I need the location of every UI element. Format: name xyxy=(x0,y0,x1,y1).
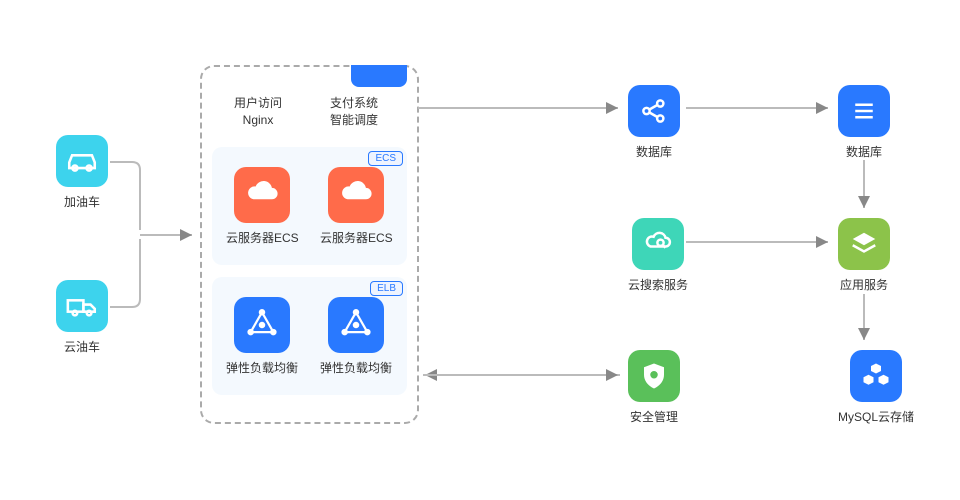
badge-ecs: ECS xyxy=(368,151,403,166)
list-icon xyxy=(838,85,890,137)
node-app-service: 应用服务 xyxy=(838,218,890,293)
share-icon xyxy=(628,85,680,137)
car-label: 加油车 xyxy=(64,193,100,210)
truck-icon xyxy=(56,280,108,332)
ecs1: 云服务器ECS xyxy=(226,167,299,246)
badge-elb: ELB xyxy=(370,281,403,296)
node-data-top: 数据库 xyxy=(628,85,680,160)
load-balancer-icon xyxy=(234,297,290,353)
truck-label: 云油车 xyxy=(64,338,100,355)
elb2: 弹性负载均衡 xyxy=(320,297,392,376)
node-car: 加油车 xyxy=(56,135,108,210)
car-icon xyxy=(56,135,108,187)
elb1: 弹性负载均衡 xyxy=(226,297,298,376)
node-mysql: MySQL云存储 xyxy=(838,350,914,425)
ecs2: 云服务器ECS xyxy=(320,167,393,246)
layer-icon xyxy=(838,218,890,270)
top-text-left: 用户访问 Nginx xyxy=(234,95,282,129)
cloud-server-icon xyxy=(234,167,290,223)
card-ecs: ECS 云服务器ECS 云服务器ECS xyxy=(212,147,407,265)
cloud-server-icon xyxy=(328,167,384,223)
cloud-search-icon xyxy=(632,218,684,270)
shield-gear-icon xyxy=(628,350,680,402)
card-elb: ELB 弹性负载均衡 弹性负载均衡 xyxy=(212,277,407,395)
top-text-right: 支付系统 智能调度 xyxy=(330,95,378,129)
node-security: 安全管理 xyxy=(628,350,680,425)
load-balancer-icon xyxy=(328,297,384,353)
hexagons-icon xyxy=(850,350,902,402)
node-cloud-search: 云搜索服务 xyxy=(628,218,688,293)
node-truck: 云油车 xyxy=(56,280,108,355)
node-data-right: 数据库 xyxy=(838,85,890,160)
main-container: 用户访问 Nginx 支付系统 智能调度 ECS 云服务器ECS 云服务器ECS… xyxy=(200,65,419,424)
container-tab xyxy=(351,65,407,87)
connectors xyxy=(0,0,960,500)
